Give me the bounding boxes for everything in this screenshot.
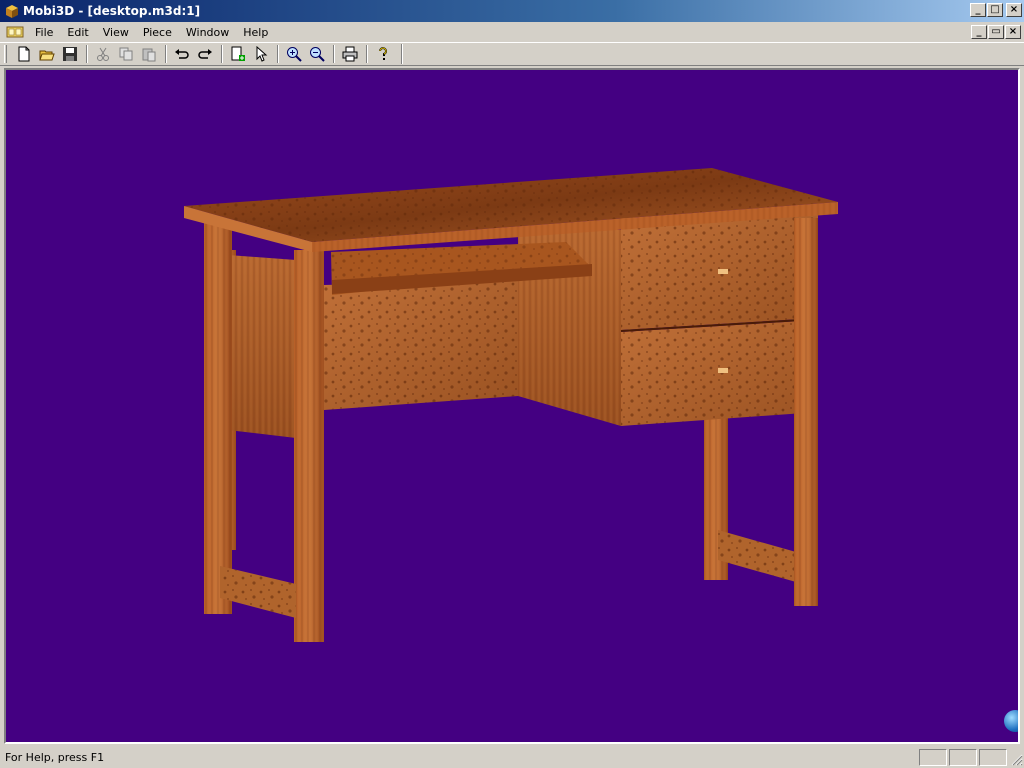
toolbar-end [401,44,403,64]
menu-window[interactable]: Window [179,24,236,41]
open-button[interactable] [36,44,58,64]
status-text: For Help, press F1 [5,750,105,764]
mdi-close-button[interactable]: × [1005,25,1021,39]
save-icon [63,47,77,61]
select-arrow-icon [256,46,268,62]
resize-grip-icon[interactable] [1009,752,1023,766]
document-icon[interactable] [6,25,24,39]
status-bar: For Help, press F1 [0,746,1024,768]
new-button[interactable] [13,44,35,64]
title-bar[interactable]: Mobi3D - [desktop.m3d:1] _ □ × [0,0,1024,22]
zoom-in-icon [287,47,302,62]
menu-bar: File Edit View Piece Window Help _ ▭ × [0,22,1024,42]
cut-icon [97,47,109,61]
close-button[interactable]: × [1006,3,1022,17]
redo-button[interactable] [194,44,216,64]
globe-icon[interactable] [1004,710,1018,732]
menu-file[interactable]: File [28,24,60,41]
menu-help[interactable]: Help [236,24,275,41]
toolbar-separator [86,45,88,63]
add-piece-button[interactable] [227,44,249,64]
zoom-in-button[interactable] [283,44,305,64]
menu-piece[interactable]: Piece [136,24,179,41]
cut-button[interactable] [92,44,114,64]
zoom-out-icon [310,47,325,62]
copy-icon [119,47,133,61]
3d-viewport[interactable] [4,68,1020,744]
menu-view[interactable]: View [96,24,136,41]
redo-icon [198,49,212,59]
zoom-out-button[interactable] [306,44,328,64]
copy-button[interactable] [115,44,137,64]
status-panel-2 [949,748,977,766]
status-panel-1 [919,748,947,766]
save-button[interactable] [59,44,81,64]
toolbar-separator [165,45,167,63]
status-panel-3 [979,748,1007,766]
open-icon [39,50,55,61]
minimize-button[interactable]: _ [970,3,986,17]
select-button[interactable] [250,44,272,64]
new-icon [18,46,30,62]
toolbar-separator [366,45,368,63]
toolbar-grip[interactable] [4,45,7,63]
window-title: Mobi3D - [desktop.m3d:1] [23,4,201,18]
help-icon [379,47,387,60]
drawer-handle-bottom [718,368,728,373]
print-icon [342,46,358,62]
help-button[interactable] [372,44,394,64]
paste-icon [142,48,156,62]
print-button[interactable] [339,44,361,64]
add-piece-icon [231,46,245,61]
drawer-handle-top [718,269,728,274]
menu-edit[interactable]: Edit [60,24,95,41]
app-icon[interactable] [4,3,20,19]
toolbar-separator [333,45,335,63]
maximize-button[interactable]: □ [987,3,1003,17]
toolbar [0,42,1024,66]
mdi-restore-button[interactable]: ▭ [988,25,1004,39]
undo-button[interactable] [171,44,193,64]
undo-icon [175,49,189,59]
toolbar-separator [277,45,279,63]
desk-model[interactable] [6,70,1018,742]
toolbar-separator [221,45,223,63]
mdi-minimize-button[interactable]: _ [971,25,987,39]
paste-button[interactable] [138,44,160,64]
